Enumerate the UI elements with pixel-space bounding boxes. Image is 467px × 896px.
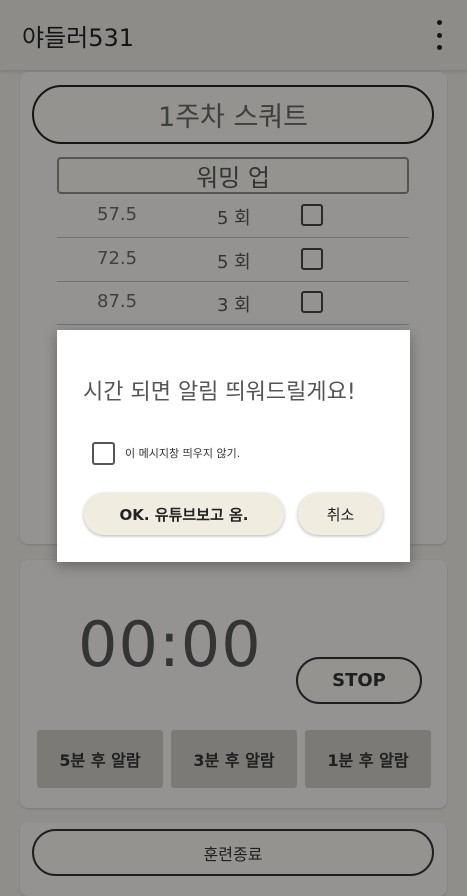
dialog-message: 시간 되면 알림 띄워드릴게요! <box>83 380 356 405</box>
alert-dialog: 시간 되면 알림 띄워드릴게요! 이 메시지창 띄우지 않기. OK. 유튜브보… <box>57 330 410 562</box>
ok-button[interactable]: OK. 유튜브보고 옴. <box>84 493 284 535</box>
dont-show-label: 이 메시지창 띄우지 않기. <box>125 447 241 460</box>
dont-show-checkbox[interactable] <box>92 442 115 465</box>
cancel-button[interactable]: 취소 <box>298 493 383 535</box>
